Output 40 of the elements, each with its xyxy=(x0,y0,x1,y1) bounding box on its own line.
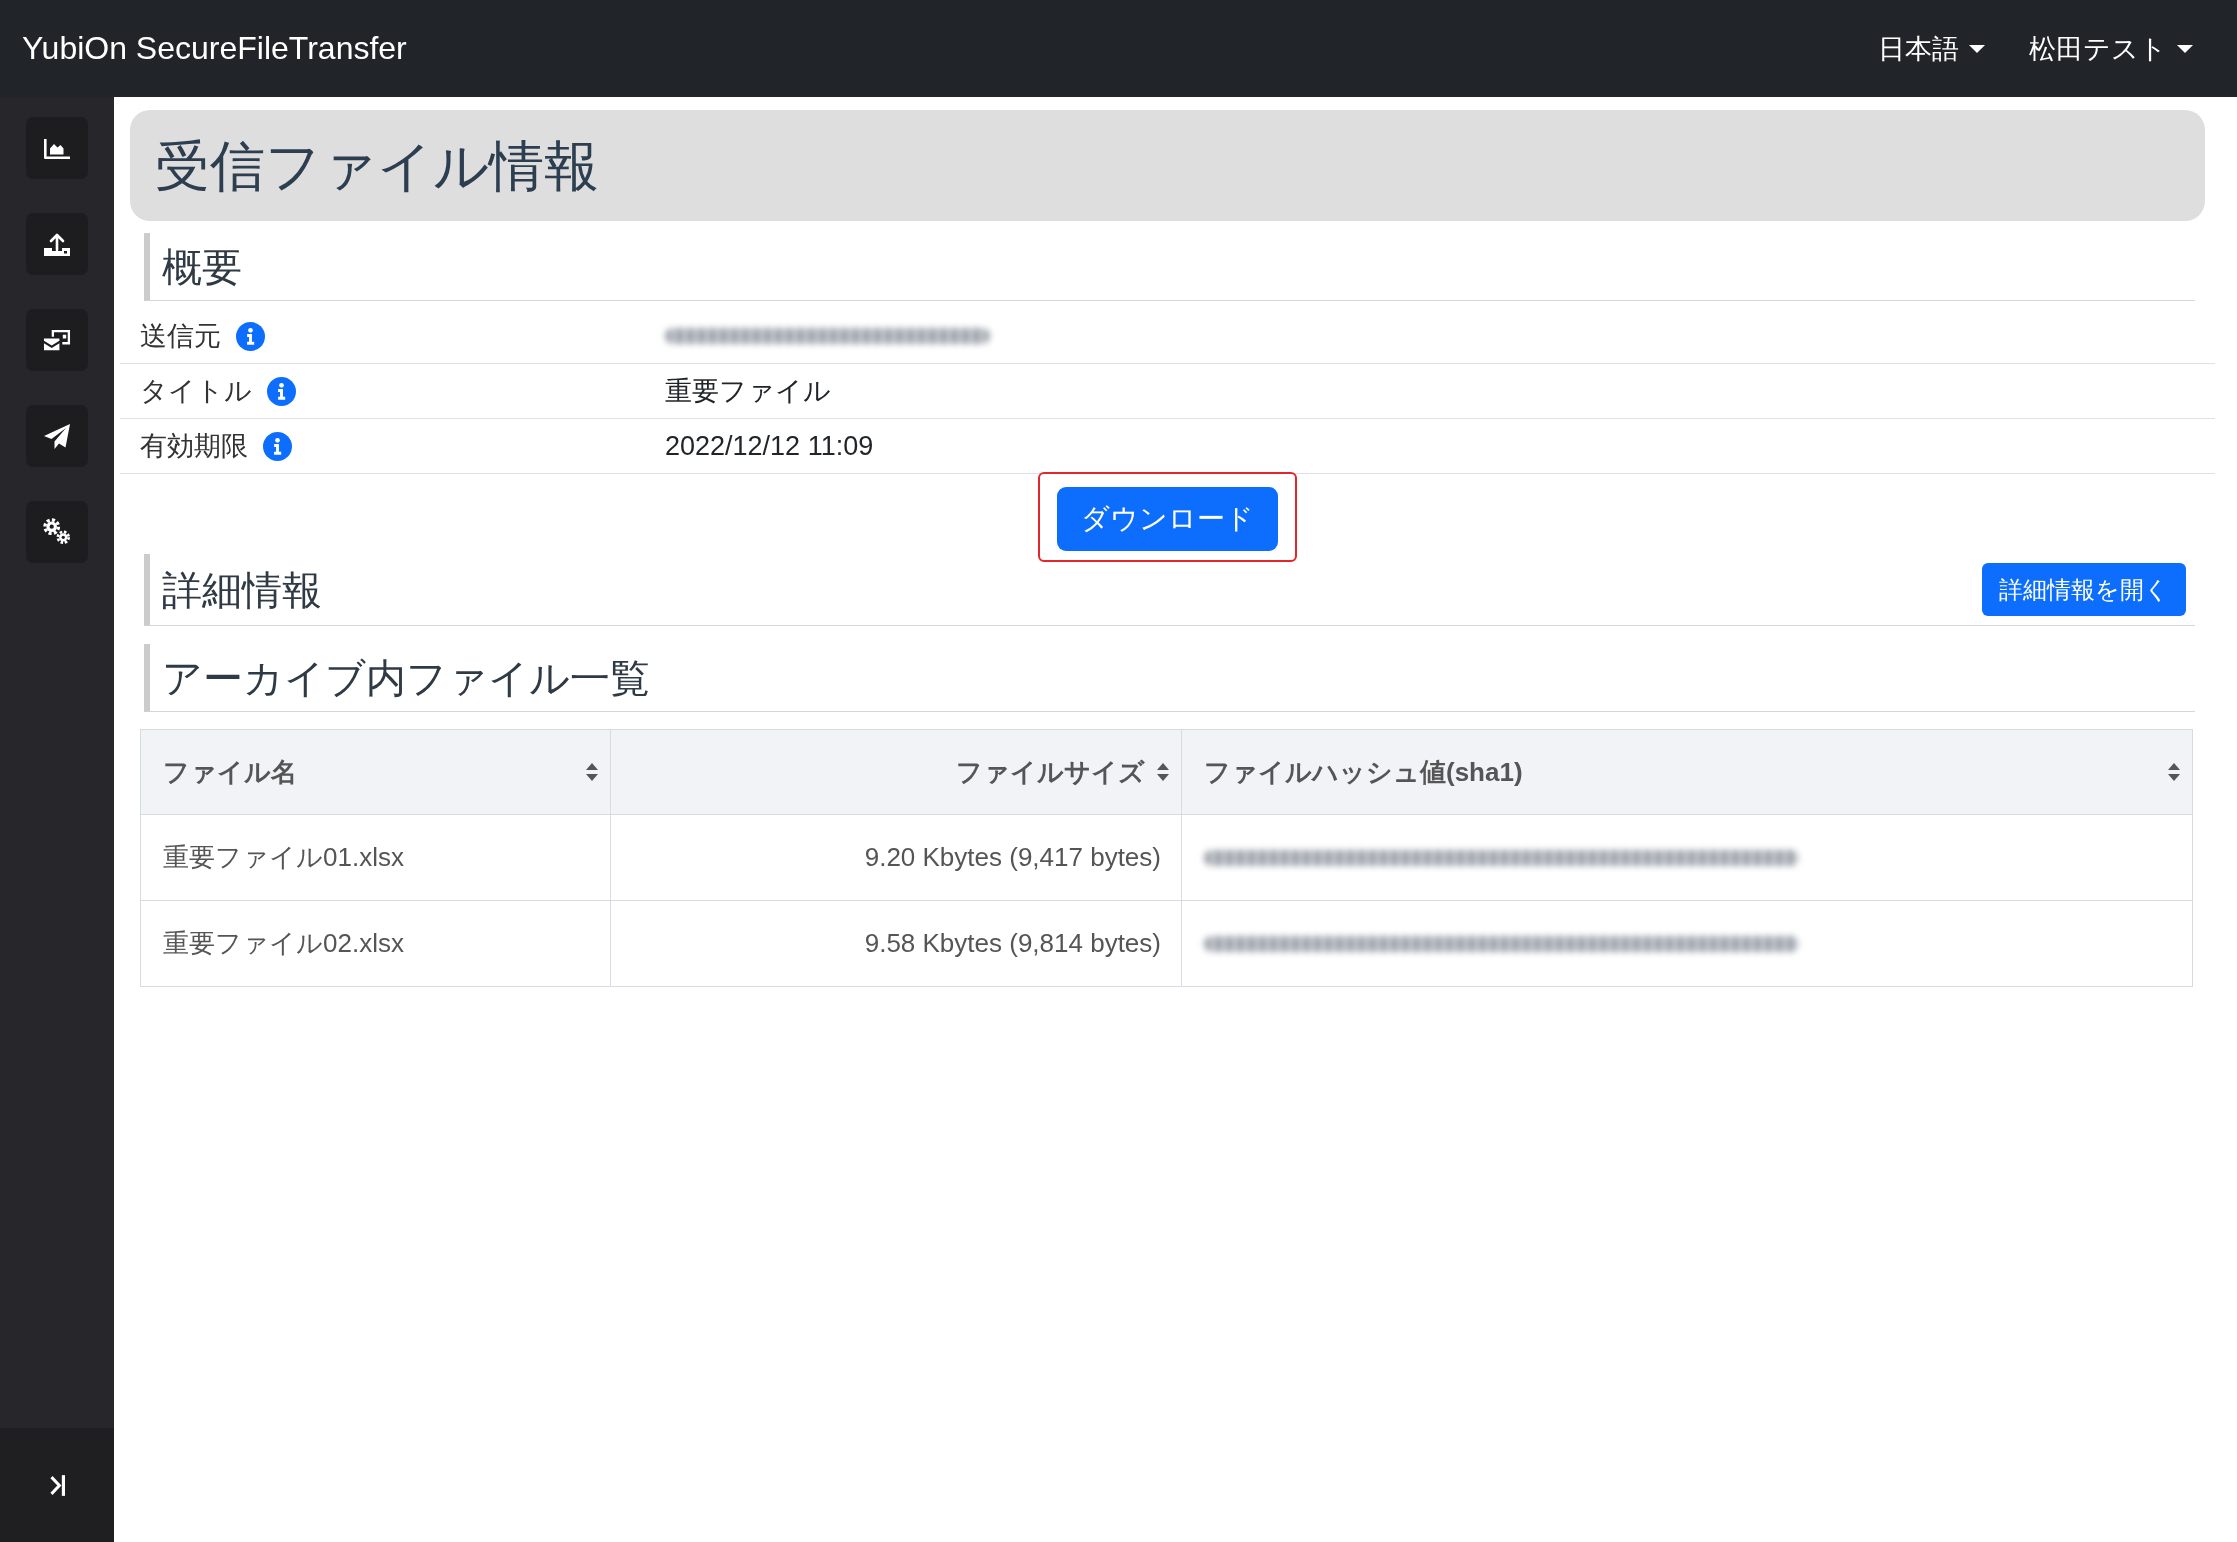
field-label: タイトル xyxy=(140,375,252,408)
upload-icon xyxy=(43,231,71,257)
area-chart-icon xyxy=(43,137,71,159)
info-icon xyxy=(267,376,296,406)
sort-icon xyxy=(1157,763,1169,781)
section-heading: 詳細情報 xyxy=(162,566,322,614)
sort-icon xyxy=(2168,763,2180,781)
section-heading: 概要 xyxy=(162,243,242,291)
column-header[interactable]: ファイルサイズ xyxy=(956,754,1145,790)
table-cell: 9.20 Kbytes (9,417 bytes) xyxy=(610,814,1182,901)
column-header[interactable]: ファイル名 xyxy=(163,754,297,790)
info-icon xyxy=(236,321,265,351)
paper-plane-icon xyxy=(43,422,71,450)
sort-icon xyxy=(586,763,598,781)
brand-link[interactable]: YubiOn SecureFileTransfer xyxy=(22,30,407,67)
nav-dropdown[interactable]: 日本語 xyxy=(1878,30,1985,67)
table-cell: 9.58 Kbytes (9,814 bytes) xyxy=(610,900,1182,987)
caret-icon xyxy=(1969,44,1985,53)
field-label: 有効期限 xyxy=(140,430,248,463)
field-value: 2022/12/12 11:09 xyxy=(665,430,874,461)
nav-button[interactable] xyxy=(26,405,88,467)
info-icon xyxy=(263,431,292,461)
table-cell: 重要ファイル02.xlsx xyxy=(140,900,611,987)
column-header[interactable]: ファイルハッシュ値(sha1) xyxy=(1204,754,1523,790)
nav-button[interactable] xyxy=(26,501,88,563)
section-heading: アーカイブ内ファイル一覧 xyxy=(162,654,650,702)
mail-stack-icon xyxy=(43,328,71,352)
nav-button[interactable] xyxy=(26,117,88,179)
settings-icon xyxy=(43,518,71,546)
table-cell: 重要ファイル01.xlsx xyxy=(140,814,611,901)
caret-icon xyxy=(2177,44,2193,53)
field-value: 重要ファイル xyxy=(665,376,831,406)
download-button[interactable]: ダウンロード xyxy=(1057,487,1278,551)
page-title: 受信ファイル情報 xyxy=(155,133,599,199)
open-details-button[interactable]: 詳細情報を開く xyxy=(1982,563,2186,616)
chevron-bar-icon xyxy=(49,1474,65,1496)
field-label: 送信元 xyxy=(140,320,221,353)
nav-button[interactable] xyxy=(26,213,88,275)
nav-button[interactable] xyxy=(26,309,88,371)
nav-dropdown[interactable]: 松田テスト xyxy=(2029,30,2193,67)
